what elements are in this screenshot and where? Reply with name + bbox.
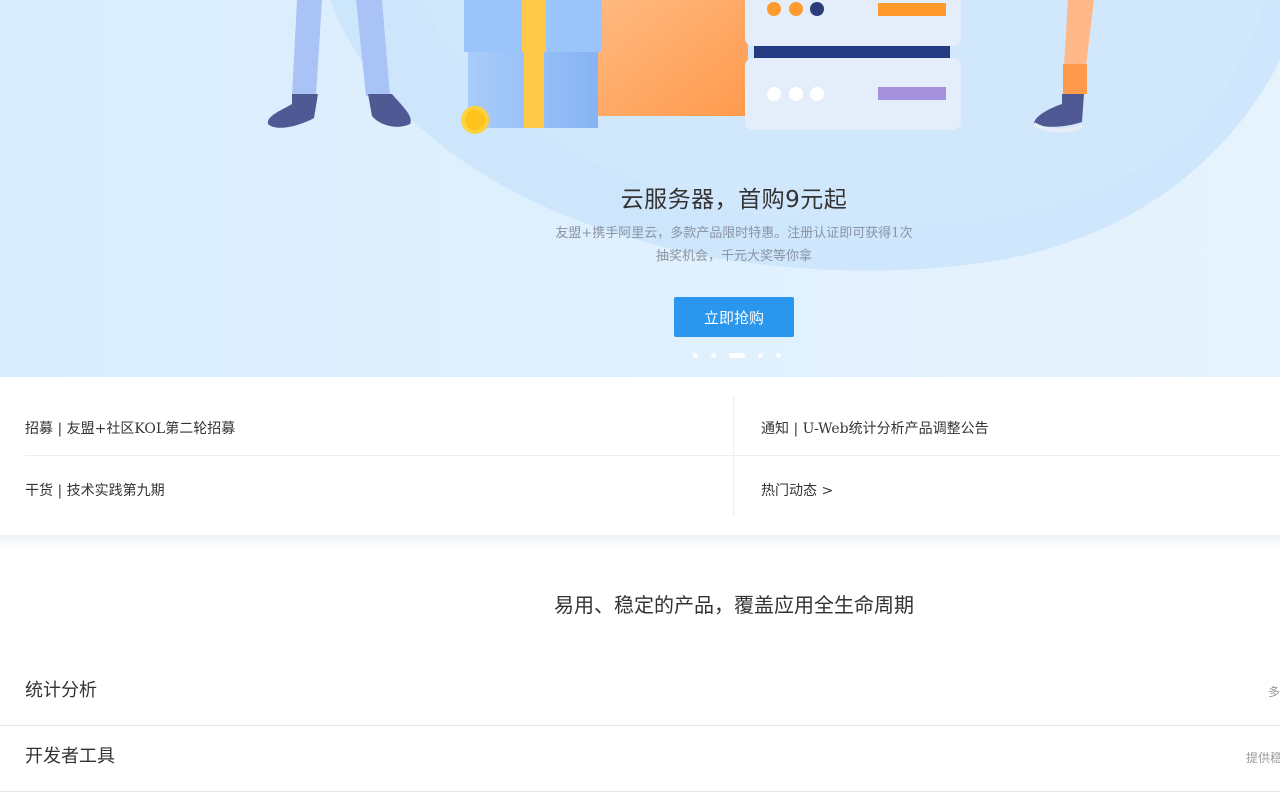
server-illustration — [745, 0, 961, 130]
buy-now-button[interactable]: 立即抢购 — [674, 297, 794, 337]
section-separator — [0, 535, 1280, 549]
carousel-dot-2[interactable] — [711, 353, 716, 358]
product-name: 统计分析 — [25, 680, 97, 701]
news-divider — [25, 455, 1280, 456]
hero-title: 云服务器，首购9元起 — [620, 187, 848, 213]
carousel-dot-4[interactable] — [758, 353, 763, 358]
hero-subtitle-line-1: 友盟+携手阿里云，多款产品限时特惠。注册认证即可获得1次 — [555, 226, 913, 241]
hero-subtitle-line-2: 抽奖机会，千元大奖等你拿 — [655, 249, 812, 264]
hero-banner: 云服务器，首购9元起 友盟+携手阿里云，多款产品限时特惠。注册认证即可获得1次 … — [0, 0, 1280, 377]
carousel-dot-5[interactable] — [776, 353, 781, 358]
carousel-indicators — [693, 353, 794, 358]
product-name: 开发者工具 — [25, 746, 115, 767]
news-column-divider — [733, 396, 734, 516]
product-description: 多 — [1268, 685, 1280, 699]
carousel-dot-1[interactable] — [693, 353, 698, 358]
products-section-title: 易用、稳定的产品，覆盖应用全生命周期 — [554, 593, 914, 617]
news-item-notice[interactable]: 通知 | U-Web统计分析产品调整公告 — [761, 418, 989, 438]
carousel-dot-3[interactable] — [729, 353, 745, 358]
gift-box-illustration — [461, 0, 748, 134]
news-item-hot-news-link[interactable]: 热门动态 > — [761, 480, 833, 500]
product-description: 提供稳 — [1246, 751, 1280, 765]
news-item-recruit[interactable]: 招募 | 友盟+社区KOL第二轮招募 — [25, 418, 235, 438]
product-row-developer-tools[interactable]: 开发者工具 提供稳 — [0, 726, 1280, 792]
news-item-tech[interactable]: 干货 | 技术实践第九期 — [25, 480, 165, 500]
hero-subtitle: 友盟+携手阿里云，多款产品限时特惠。注册认证即可获得1次 抽奖机会，千元大奖等你… — [534, 222, 934, 268]
news-panel — [0, 377, 1280, 535]
product-divider — [0, 791, 1280, 792]
product-row-analytics[interactable]: 统计分析 多 — [0, 660, 1280, 726]
